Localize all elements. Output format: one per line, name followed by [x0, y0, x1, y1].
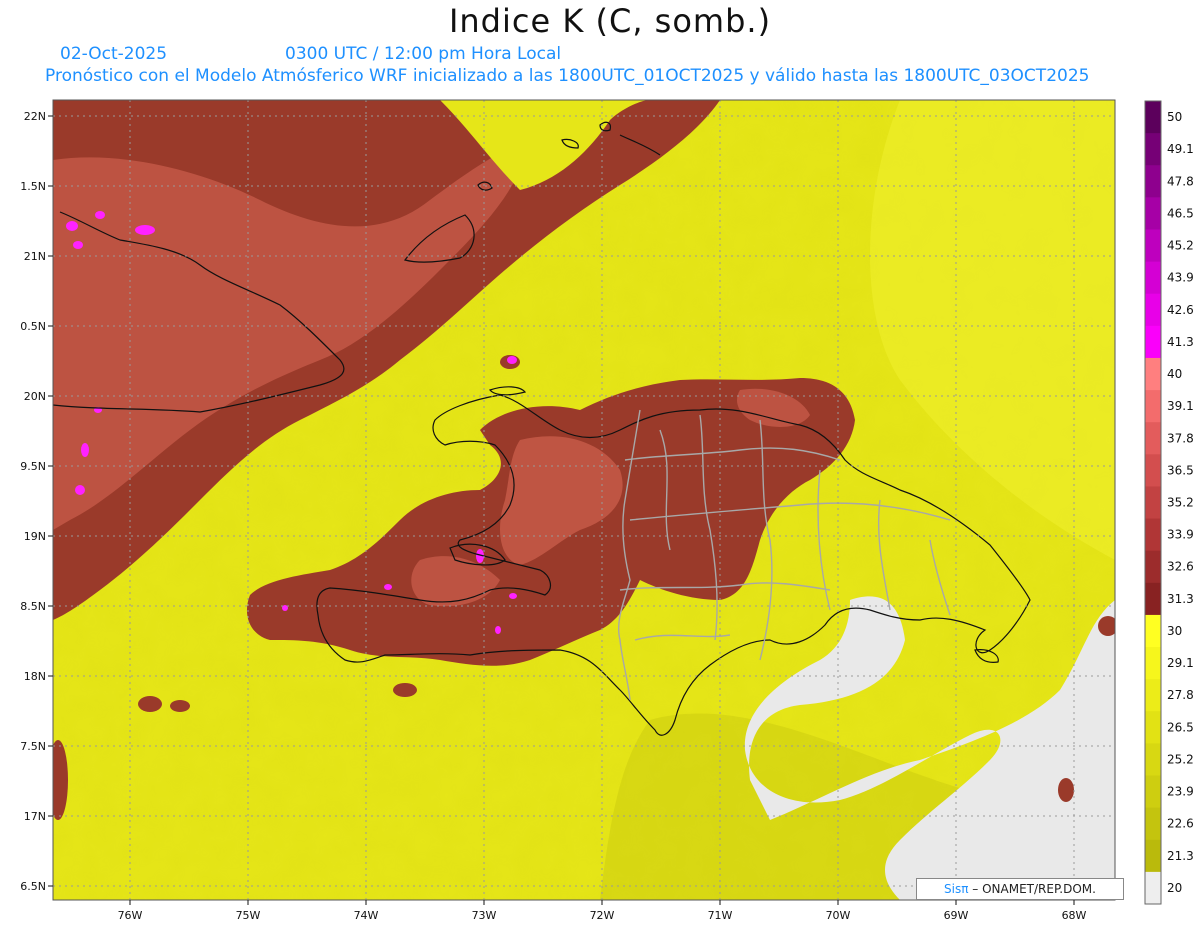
colorbar-label: 20 [1167, 881, 1182, 895]
colorbar-label: 39.1 [1167, 399, 1194, 413]
colorbar-swatch [1145, 390, 1161, 423]
high-k-blob [138, 696, 162, 712]
colorbar-label: 35.2 [1167, 496, 1194, 510]
colorbar-swatch [1145, 647, 1161, 680]
colorbar-swatch [1145, 743, 1161, 777]
lat-tick-label: 0.5N [20, 320, 46, 333]
map-area [53, 100, 1115, 900]
lon-tick-label: 74W [354, 909, 379, 922]
peak-k-blob [75, 485, 85, 495]
peak-k-blob [509, 593, 517, 599]
colorbar-label: 30 [1167, 624, 1182, 638]
colorbar-swatch [1145, 518, 1161, 552]
lon-tick-label: 68W [1062, 909, 1087, 922]
colorbar-swatch [1145, 550, 1161, 584]
credit-sis: Sis [944, 882, 962, 896]
lat-tick-label: 9.5N [20, 460, 46, 473]
colorbar-label: 37.8 [1167, 431, 1194, 445]
colorbar-label: 29.1 [1167, 656, 1194, 670]
colorbar-label: 21.3 [1167, 849, 1194, 863]
lon-tick-label: 72W [590, 909, 615, 922]
lat-tick-label: 7.5N [20, 740, 46, 753]
lat-tick-label: 19N [24, 530, 46, 543]
colorbar-swatch [1145, 871, 1161, 905]
colorbar-label: 40 [1167, 367, 1182, 381]
colorbar-label: 49.1 [1167, 142, 1194, 156]
peak-k-blob [495, 626, 501, 634]
colorbar-swatch [1145, 422, 1161, 455]
high-k-blob [393, 683, 417, 697]
colorbar-swatch [1145, 839, 1161, 873]
lon-tick-label: 75W [236, 909, 261, 922]
map-figure: 22N 1.5N 21N 0.5N 20N 9.5N 19N 8.5N 18N 7.5N 17N 6.… [20, 99, 1194, 922]
peak-k-blob [135, 225, 155, 235]
high-k-blob [53, 740, 68, 820]
colorbar-label: 47.8 [1167, 174, 1194, 188]
colorbar-label: 27.8 [1167, 688, 1194, 702]
lon-tick-label: 71W [708, 909, 733, 922]
colorbar-swatch [1145, 293, 1161, 327]
high-k-blob [1058, 778, 1074, 802]
coastline-northwest [53, 214, 54, 215]
latitude-axis: 22N 1.5N 21N 0.5N 20N 9.5N 19N 8.5N 18N 7.5N 17N 6.… [20, 110, 53, 893]
colorbar-swatch [1145, 486, 1161, 520]
colorbar-swatch [1145, 133, 1161, 166]
longitude-axis: 76W 75W 74W 73W 72W 71W 70W 69W 68W [118, 900, 1087, 922]
colorbar-swatch [1145, 261, 1161, 295]
colorbar-label: 25.2 [1167, 752, 1194, 766]
lat-tick-label: 17N [24, 810, 46, 823]
colorbar-label: 32.6 [1167, 560, 1194, 574]
lat-tick-label: 8.5N [20, 600, 46, 613]
coastline-west-jamaica [53, 691, 54, 692]
peak-k-blob [81, 443, 89, 457]
credit-org: – ONAMET/REP.DOM. [972, 882, 1096, 896]
colorbar-swatch [1145, 357, 1161, 391]
colorbar-swatch [1145, 711, 1161, 744]
colorbar-label: 33.9 [1167, 528, 1194, 542]
lat-tick-label: 20N [24, 390, 46, 403]
colorbar-swatch [1145, 101, 1161, 134]
colorbar-swatch [1145, 325, 1161, 359]
colorbar-label: 26.5 [1167, 720, 1194, 734]
credit-pi: π [961, 882, 969, 896]
lat-tick-label: 1.5N [20, 180, 46, 193]
colorbar-label: 31.3 [1167, 592, 1194, 606]
lon-tick-label: 70W [826, 909, 851, 922]
lon-tick-label: 73W [472, 909, 497, 922]
colorbar-swatch [1145, 197, 1161, 230]
colorbar-swatch [1145, 614, 1161, 648]
credit-box: Sisπ – ONAMET/REP.DOM. [916, 878, 1124, 900]
colorbar-swatch [1145, 454, 1161, 487]
colorbar-label: 22.6 [1167, 817, 1194, 831]
colorbar-swatch [1145, 582, 1161, 616]
peak-k-blob [507, 356, 517, 364]
colorbar-swatch [1145, 775, 1161, 809]
colorbar-swatch [1145, 679, 1161, 712]
colorbar-label: 36.5 [1167, 463, 1194, 477]
colorbar-swatch [1145, 807, 1161, 841]
lon-tick-label: 76W [118, 909, 143, 922]
colorbar-label: 23.9 [1167, 785, 1194, 799]
colorbar-label: 42.6 [1167, 303, 1194, 317]
lat-tick-label: 6.5N [20, 880, 46, 893]
lat-tick-label: 22N [24, 110, 46, 123]
colorbar-label: 45.2 [1167, 239, 1194, 253]
colorbar-label: 46.5 [1167, 206, 1194, 220]
high-k-blob [170, 700, 190, 712]
colorbar-label: 41.3 [1167, 335, 1194, 349]
colorbar: 50 49.1 47.8 46.5 45.2 43.9 42.6 41.3 40 39.1 37.8… [1144, 100, 1194, 905]
colorbar-label: 50 [1167, 110, 1182, 124]
peak-k-blob [73, 241, 83, 249]
peak-k-blob [95, 211, 105, 219]
peak-k-blob [384, 584, 392, 590]
colorbar-swatch [1145, 229, 1161, 263]
colorbar-label: 43.9 [1167, 271, 1194, 285]
colorbar-swatch [1145, 165, 1161, 198]
lat-tick-label: 18N [24, 670, 46, 683]
peak-k-blob [66, 221, 78, 231]
coastline-west-cuba [53, 650, 54, 652]
lon-tick-label: 69W [944, 909, 969, 922]
lat-tick-label: 21N [24, 250, 46, 263]
